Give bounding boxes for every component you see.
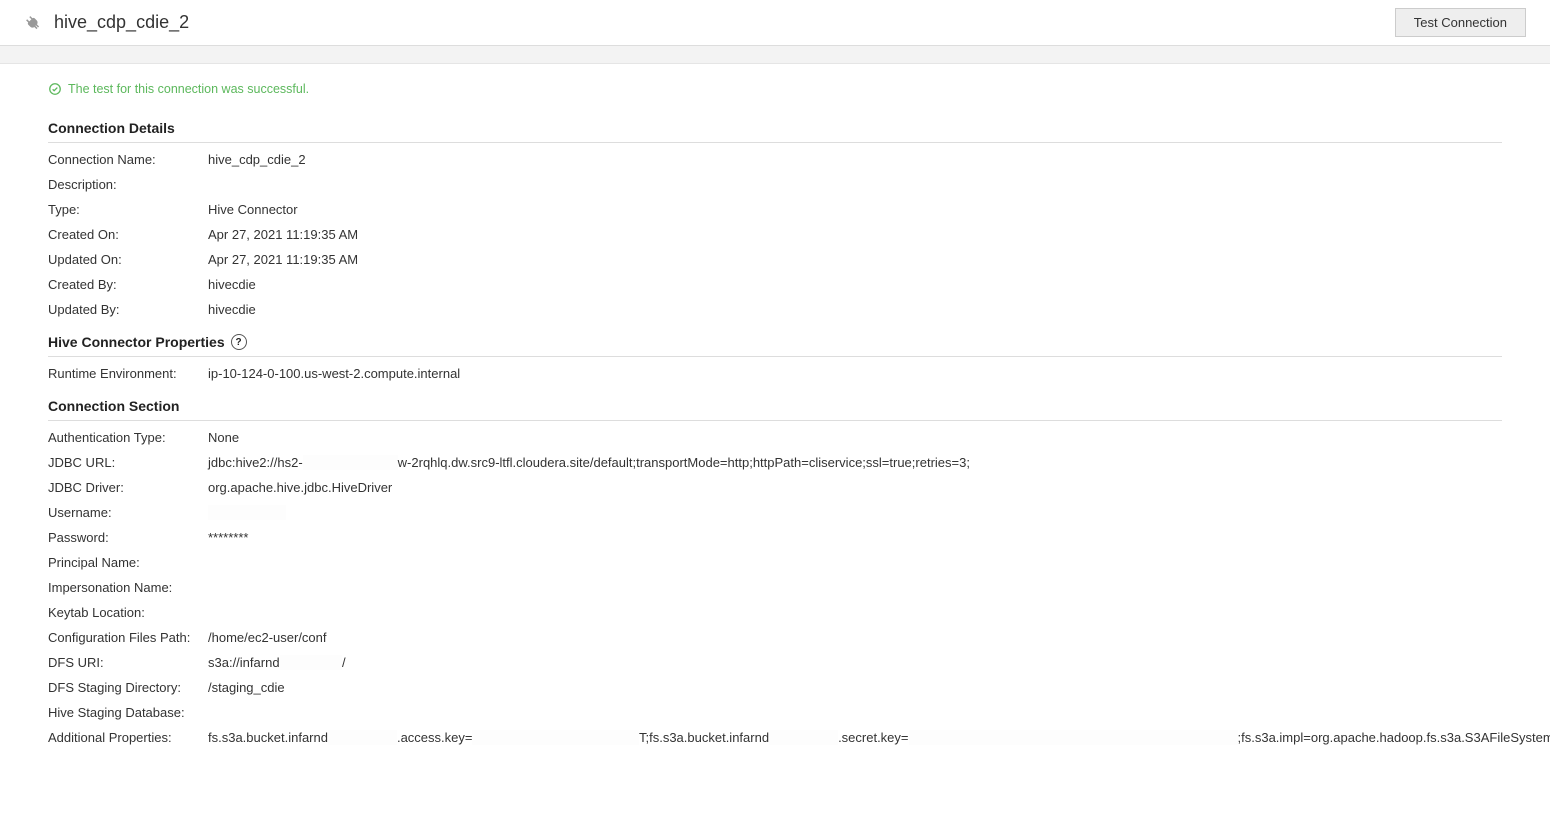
label-runtime-env: Runtime Environment: [48,366,208,381]
value-updated-by: hivecdie [208,302,1502,317]
content: The test for this connection was success… [0,64,1550,768]
value-auth-type: None [208,430,1502,445]
prop-row: Password: ******** [48,525,1502,550]
label-username: Username: [48,505,208,520]
prop-row: Description: [48,172,1502,197]
help-icon[interactable]: ? [231,334,247,350]
value-principal [208,555,1502,570]
divider [48,356,1502,357]
label-updated-by: Updated By: [48,302,208,317]
value-dfs-uri: s3a://infarndxxxxxxxxx/ [208,655,1502,670]
value-updated-on: Apr 27, 2021 11:19:35 AM [208,252,1502,267]
value-description [208,177,1502,192]
value-connection-name: hive_cdp_cdie_2 [208,152,1502,167]
prop-row: DFS URI: s3a://infarndxxxxxxxxx/ [48,650,1502,675]
prop-row: JDBC URL: jdbc:hive2://hs2-xxxxxxxxxxxxx… [48,450,1502,475]
sub-bar [0,46,1550,64]
prop-row: JDBC Driver: org.apache.hive.jdbc.HiveDr… [48,475,1502,500]
prop-row: Authentication Type: None [48,425,1502,450]
prop-row: Type: Hive Connector [48,197,1502,222]
label-created-on: Created On: [48,227,208,242]
label-config-path: Configuration Files Path: [48,630,208,645]
prop-row: Configuration Files Path: /home/ec2-user… [48,625,1502,650]
success-text: The test for this connection was success… [68,82,309,96]
value-created-by: hivecdie [208,277,1502,292]
section-connection-section-title: Connection Section [48,398,1502,414]
label-updated-on: Updated On: [48,252,208,267]
prop-row: Created By: hivecdie [48,272,1502,297]
prop-row: Connection Name: hive_cdp_cdie_2 [48,147,1502,172]
hive-connector-title-text: Hive Connector Properties [48,334,225,350]
test-connection-button[interactable]: Test Connection [1395,8,1526,37]
label-dfs-uri: DFS URI: [48,655,208,670]
label-jdbc-url: JDBC URL: [48,455,208,470]
prop-row: Hive Staging Database: [48,700,1502,725]
label-dfs-staging: DFS Staging Directory: [48,680,208,695]
value-username: xxxxxxxxxxxx [208,505,1502,520]
label-additional-props: Additional Properties: [48,730,208,745]
value-created-on: Apr 27, 2021 11:19:35 AM [208,227,1502,242]
section-connection-details-title: Connection Details [48,120,1502,136]
label-principal: Principal Name: [48,555,208,570]
label-hive-staging: Hive Staging Database: [48,705,208,720]
success-message: The test for this connection was success… [48,82,1502,96]
prop-row: Username: xxxxxxxxxxxx [48,500,1502,525]
value-jdbc-driver: org.apache.hive.jdbc.HiveDriver [208,480,1502,495]
prop-row: Impersonation Name: [48,575,1502,600]
value-type: Hive Connector [208,202,1502,217]
value-runtime-env: ip-10-124-0-100.us-west-2.compute.intern… [208,366,1502,381]
divider [48,142,1502,143]
label-auth-type: Authentication Type: [48,430,208,445]
label-jdbc-driver: JDBC Driver: [48,480,208,495]
value-dfs-staging: /staging_cdie [208,680,1502,695]
label-type: Type: [48,202,208,217]
value-additional-props: fs.s3a.bucket.infarndxxxxxxxxxx.access.k… [208,730,1550,745]
label-password: Password: [48,530,208,545]
label-description: Description: [48,177,208,192]
divider [48,420,1502,421]
label-connection-name: Connection Name: [48,152,208,167]
value-keytab [208,605,1502,620]
value-impersonation [208,580,1502,595]
prop-row: Additional Properties: fs.s3a.bucket.inf… [48,725,1502,750]
plug-icon [20,10,45,35]
prop-row: Runtime Environment: ip-10-124-0-100.us-… [48,361,1502,386]
prop-row: Updated By: hivecdie [48,297,1502,322]
prop-row: Principal Name: [48,550,1502,575]
label-created-by: Created By: [48,277,208,292]
prop-row: Keytab Location: [48,600,1502,625]
value-password: ******** [208,530,1502,545]
prop-row: Created On: Apr 27, 2021 11:19:35 AM [48,222,1502,247]
section-hive-connector-title: Hive Connector Properties ? [48,334,1502,350]
value-jdbc-url: jdbc:hive2://hs2-xxxxxxxxxxxxxxw-2rqhlq.… [208,455,1502,470]
header-left: hive_cdp_cdie_2 [24,12,189,33]
page-title: hive_cdp_cdie_2 [54,12,189,33]
label-keytab: Keytab Location: [48,605,208,620]
check-circle-icon [48,82,62,96]
label-impersonation: Impersonation Name: [48,580,208,595]
value-config-path: /home/ec2-user/conf [208,630,1502,645]
prop-row: Updated On: Apr 27, 2021 11:19:35 AM [48,247,1502,272]
value-hive-staging [208,705,1502,720]
prop-row: DFS Staging Directory: /staging_cdie [48,675,1502,700]
header-bar: hive_cdp_cdie_2 Test Connection [0,0,1550,46]
